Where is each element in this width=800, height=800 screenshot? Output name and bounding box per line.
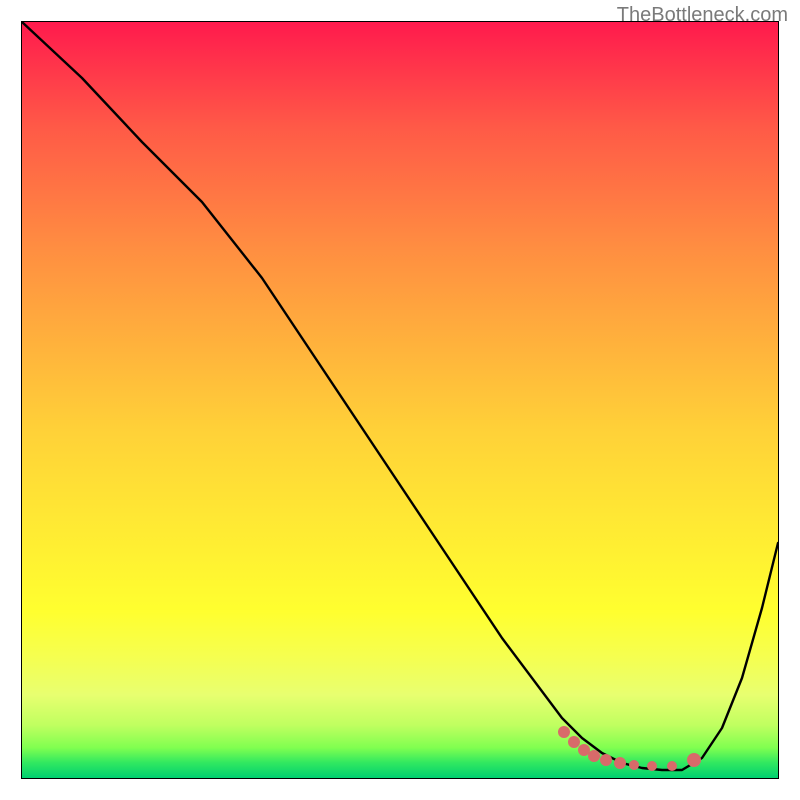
chart-frame <box>21 21 779 779</box>
watermark-text: TheBottleneck.com <box>617 4 788 27</box>
